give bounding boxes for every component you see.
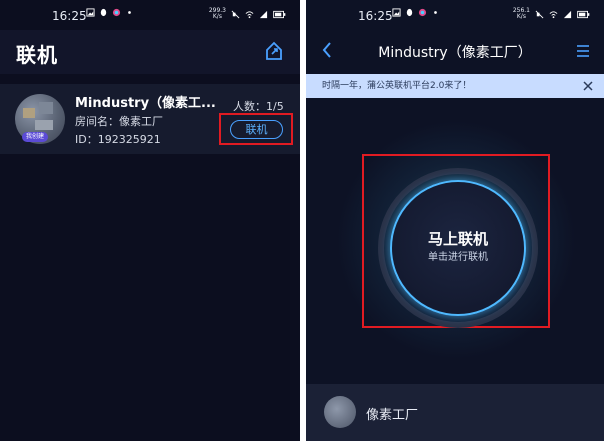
- room-id-line: ID：192325921: [75, 133, 161, 146]
- detail-header: Mindustry（像素工厂）: [306, 30, 604, 72]
- color-app-icon: [418, 8, 427, 17]
- system-icons-right: 256.1 K/s: [513, 8, 590, 20]
- footer-room-name: 像素工厂: [366, 408, 419, 423]
- player-count: 人数：1/5: [233, 100, 284, 113]
- page-header: 联机: [0, 30, 300, 74]
- room-game-name: Mindustry（像素工...: [75, 96, 216, 111]
- right-screen: 16:25 256.1 K/s Mindustry（像素工厂） 时隔一年，蒲公英…: [306, 0, 604, 441]
- banner-text: 时隔一年，蒲公英联机平台2.0来了！: [322, 81, 472, 91]
- room-name-line: 房间名：像素工厂: [75, 115, 163, 128]
- home-share-icon[interactable]: [264, 40, 284, 62]
- room-footer: 像素工厂: [306, 384, 604, 441]
- wifi-icon: [245, 10, 254, 18]
- network-speed-right: 256.1 K/s: [512, 7, 530, 20]
- signal-icon: [259, 10, 268, 18]
- qq-icon: [100, 8, 107, 17]
- announcement-banner[interactable]: 时隔一年，蒲公英联机平台2.0来了！: [306, 74, 604, 98]
- image-icon: [86, 8, 95, 17]
- close-icon[interactable]: [582, 80, 594, 92]
- page-title: 联机: [16, 43, 58, 67]
- status-time-right: 16:25: [358, 9, 393, 23]
- connect-now-label: 马上联机: [427, 230, 488, 248]
- status-bar-right: 16:25 256.1 K/s: [306, 0, 604, 30]
- connect-button[interactable]: 联机: [230, 120, 283, 139]
- mute-icon: [231, 10, 240, 18]
- creator-badge: 我创建: [22, 132, 48, 142]
- highlight-box: 联机: [219, 113, 293, 145]
- status-bar: 16:25 299.3 K/s: [0, 0, 300, 30]
- battery-icon: [273, 10, 286, 18]
- image-icon: [392, 8, 401, 17]
- connect-now-sublabel: 单击进行联机: [428, 252, 488, 263]
- detail-title: Mindustry（像素工厂）: [378, 45, 532, 61]
- system-icons: 299.3 K/s: [209, 8, 286, 20]
- mute-icon: [535, 10, 544, 18]
- notification-icons: [86, 8, 134, 17]
- dot-icon: [128, 11, 131, 14]
- color-app-icon: [112, 8, 121, 17]
- signal-icon: [563, 10, 572, 18]
- battery-icon: [577, 10, 590, 18]
- qq-icon: [406, 8, 413, 17]
- menu-icon[interactable]: [576, 44, 590, 58]
- notification-icons-right: [392, 8, 440, 17]
- room-avatar-small: [324, 396, 356, 428]
- left-screen: 16:25 299.3 K/s 联机 Mindustry（像素工... 房间名：…: [0, 0, 300, 441]
- dot-icon: [434, 11, 437, 14]
- status-time: 16:25: [52, 9, 87, 23]
- wifi-icon: [549, 10, 558, 18]
- network-speed: 299.3 K/s: [208, 7, 226, 20]
